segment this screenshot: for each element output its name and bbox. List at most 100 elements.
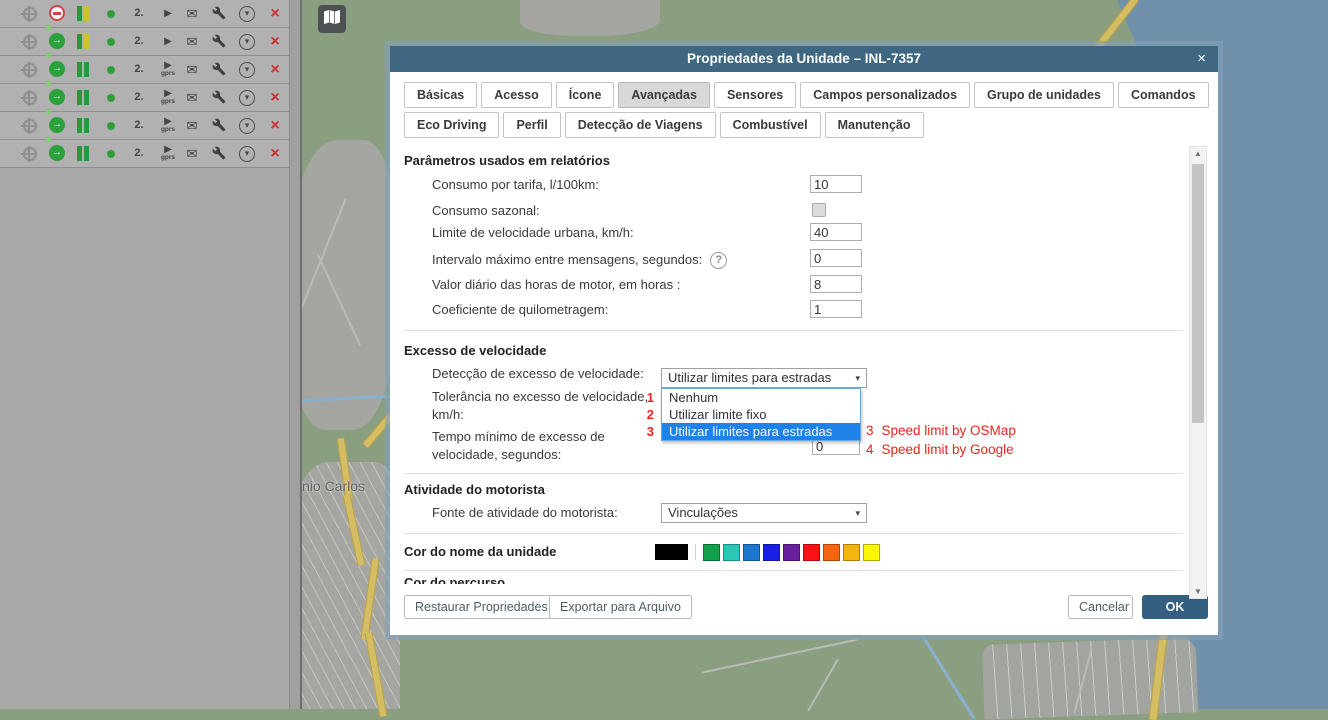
unit-row[interactable]: → 2. ▶ ✉ ▾ × xyxy=(0,28,290,56)
remove-unit-icon[interactable]: × xyxy=(266,56,284,83)
tab-deteccao-de-viagens[interactable]: Detecção de Viagens xyxy=(565,112,716,138)
driver-activity-source-select[interactable]: Vinculações ▾ xyxy=(661,503,867,523)
tab-avancadas[interactable]: Avançadas xyxy=(618,82,710,108)
cancel-button[interactable]: Cancelar xyxy=(1068,595,1133,619)
gprs-track-icon[interactable]: ▶gprs xyxy=(156,84,180,111)
dialog-scrollbar[interactable]: ▲ ▼ xyxy=(1189,146,1207,599)
locate-unit-icon[interactable] xyxy=(21,84,37,111)
unit-menu-icon[interactable]: ▾ xyxy=(238,56,256,83)
speeding-detection-select[interactable]: Utilizar limites para estradas ▾ xyxy=(661,368,867,388)
unit-menu-icon[interactable]: ▾ xyxy=(238,112,256,139)
motion-moving-icon: → xyxy=(48,112,66,139)
tab-campos-personalizados[interactable]: Campos personalizados xyxy=(800,82,970,108)
urban-speed-limit-input[interactable] xyxy=(810,223,862,241)
remove-unit-icon[interactable]: × xyxy=(266,0,284,27)
gprs-track-icon[interactable]: ▶gprs xyxy=(156,112,180,139)
scroll-up-icon[interactable]: ▲ xyxy=(1190,147,1206,160)
restore-properties-button[interactable]: Restaurar Propriedades xyxy=(404,595,559,619)
remove-unit-icon[interactable]: × xyxy=(266,84,284,111)
motion-moving-icon: → xyxy=(48,140,66,167)
locate-unit-icon[interactable] xyxy=(21,0,37,27)
messages-icon[interactable]: ✉ xyxy=(183,0,201,27)
messages-icon[interactable]: ✉ xyxy=(183,112,201,139)
dialog-title: Propriedades da Unidade – INL-7357 xyxy=(390,46,1218,72)
tab-icone[interactable]: Ícone xyxy=(556,82,615,108)
unit-row[interactable]: 2. ▶ ✉ ▾ × xyxy=(0,0,290,28)
speeding-detection-dropdown: Nenhum Utilizar limite fixo Utilizar lim… xyxy=(661,388,861,441)
export-to-file-button[interactable]: Exportar para Arquivo xyxy=(549,595,692,619)
locate-unit-icon[interactable] xyxy=(21,140,37,167)
gprs-track-icon[interactable]: ▶gprs xyxy=(156,140,180,167)
color-swatch[interactable] xyxy=(843,544,860,561)
tab-basicas[interactable]: Básicas xyxy=(404,82,477,108)
properties-wrench-icon[interactable] xyxy=(211,84,227,111)
section-heading-report-params: Parâmetros usados em relatórios xyxy=(404,152,610,170)
remove-unit-icon[interactable]: × xyxy=(266,28,284,55)
max-message-interval-input[interactable] xyxy=(810,249,862,267)
separator xyxy=(404,570,1183,571)
properties-wrench-icon[interactable] xyxy=(211,0,227,27)
data-accuracy-icon xyxy=(76,56,90,83)
properties-wrench-icon[interactable] xyxy=(211,112,227,139)
select-value: Utilizar limites para estradas xyxy=(668,370,831,385)
mileage-coefficient-input[interactable] xyxy=(810,300,862,318)
properties-wrench-icon[interactable] xyxy=(211,56,227,83)
separator xyxy=(404,330,1183,331)
unit-row[interactable]: → 2. ▶gprs ✉ ▾ × xyxy=(0,112,290,140)
unit-row[interactable]: → 2. ▶gprs ✉ ▾ × xyxy=(0,140,290,168)
seasonal-consumption-checkbox[interactable] xyxy=(812,203,826,217)
tab-grupo-de-unidades[interactable]: Grupo de unidades xyxy=(974,82,1114,108)
minimap-button[interactable] xyxy=(318,5,346,33)
tab-eco-driving[interactable]: Eco Driving xyxy=(404,112,499,138)
color-swatch[interactable] xyxy=(723,544,740,561)
option-limite-fixo[interactable]: Utilizar limite fixo xyxy=(662,406,860,423)
option-nenhum[interactable]: Nenhum xyxy=(662,389,860,406)
quick-track-icon[interactable]: ▶ xyxy=(156,0,180,27)
scroll-down-icon[interactable]: ▼ xyxy=(1190,585,1206,598)
color-swatch[interactable] xyxy=(823,544,840,561)
tab-sensores[interactable]: Sensores xyxy=(714,82,796,108)
message-counter-icon: 2. xyxy=(130,112,148,139)
annotation-number: 4 xyxy=(866,442,874,458)
unit-menu-icon[interactable]: ▾ xyxy=(238,0,256,27)
messages-icon[interactable]: ✉ xyxy=(183,140,201,167)
message-counter-icon: 2. xyxy=(130,28,148,55)
map-river xyxy=(920,633,976,719)
scrollbar-thumb[interactable] xyxy=(1192,164,1204,423)
gprs-track-icon[interactable]: ▶gprs xyxy=(156,56,180,83)
daily-engine-hours-input[interactable] xyxy=(810,275,862,293)
locate-unit-icon[interactable] xyxy=(21,112,37,139)
quick-track-icon[interactable]: ▶ xyxy=(156,28,180,55)
unit-menu-icon[interactable]: ▾ xyxy=(238,28,256,55)
messages-icon[interactable]: ✉ xyxy=(183,56,201,83)
option-limites-estradas[interactable]: Utilizar limites para estradas xyxy=(662,423,860,440)
locate-unit-icon[interactable] xyxy=(21,56,37,83)
help-icon[interactable]: ? xyxy=(710,252,727,269)
consumption-rate-input[interactable] xyxy=(810,175,862,193)
color-swatch[interactable] xyxy=(703,544,720,561)
unit-menu-icon[interactable]: ▾ xyxy=(238,140,256,167)
messages-icon[interactable]: ✉ xyxy=(183,84,201,111)
messages-icon[interactable]: ✉ xyxy=(183,28,201,55)
properties-wrench-icon[interactable] xyxy=(211,28,227,55)
properties-wrench-icon[interactable] xyxy=(211,140,227,167)
unit-menu-icon[interactable]: ▾ xyxy=(238,84,256,111)
tab-combustivel[interactable]: Combustível xyxy=(720,112,821,138)
tab-acesso[interactable]: Acesso xyxy=(481,82,551,108)
color-swatch[interactable] xyxy=(763,544,780,561)
sidebar-scrollbar[interactable] xyxy=(289,0,300,709)
color-swatch[interactable] xyxy=(783,544,800,561)
color-swatch[interactable] xyxy=(743,544,760,561)
color-swatch[interactable] xyxy=(803,544,820,561)
color-swatch[interactable] xyxy=(655,544,688,560)
color-swatch[interactable] xyxy=(863,544,880,561)
remove-unit-icon[interactable]: × xyxy=(266,140,284,167)
tab-perfil[interactable]: Perfil xyxy=(503,112,560,138)
unit-row[interactable]: → 2. ▶gprs ✉ ▾ × xyxy=(0,56,290,84)
remove-unit-icon[interactable]: × xyxy=(266,112,284,139)
tab-manutencao[interactable]: Manutenção xyxy=(825,112,924,138)
unit-row[interactable]: → 2. ▶gprs ✉ ▾ × xyxy=(0,84,290,112)
tab-comandos[interactable]: Comandos xyxy=(1118,82,1209,108)
locate-unit-icon[interactable] xyxy=(21,28,37,55)
close-icon[interactable]: × xyxy=(1197,46,1206,72)
